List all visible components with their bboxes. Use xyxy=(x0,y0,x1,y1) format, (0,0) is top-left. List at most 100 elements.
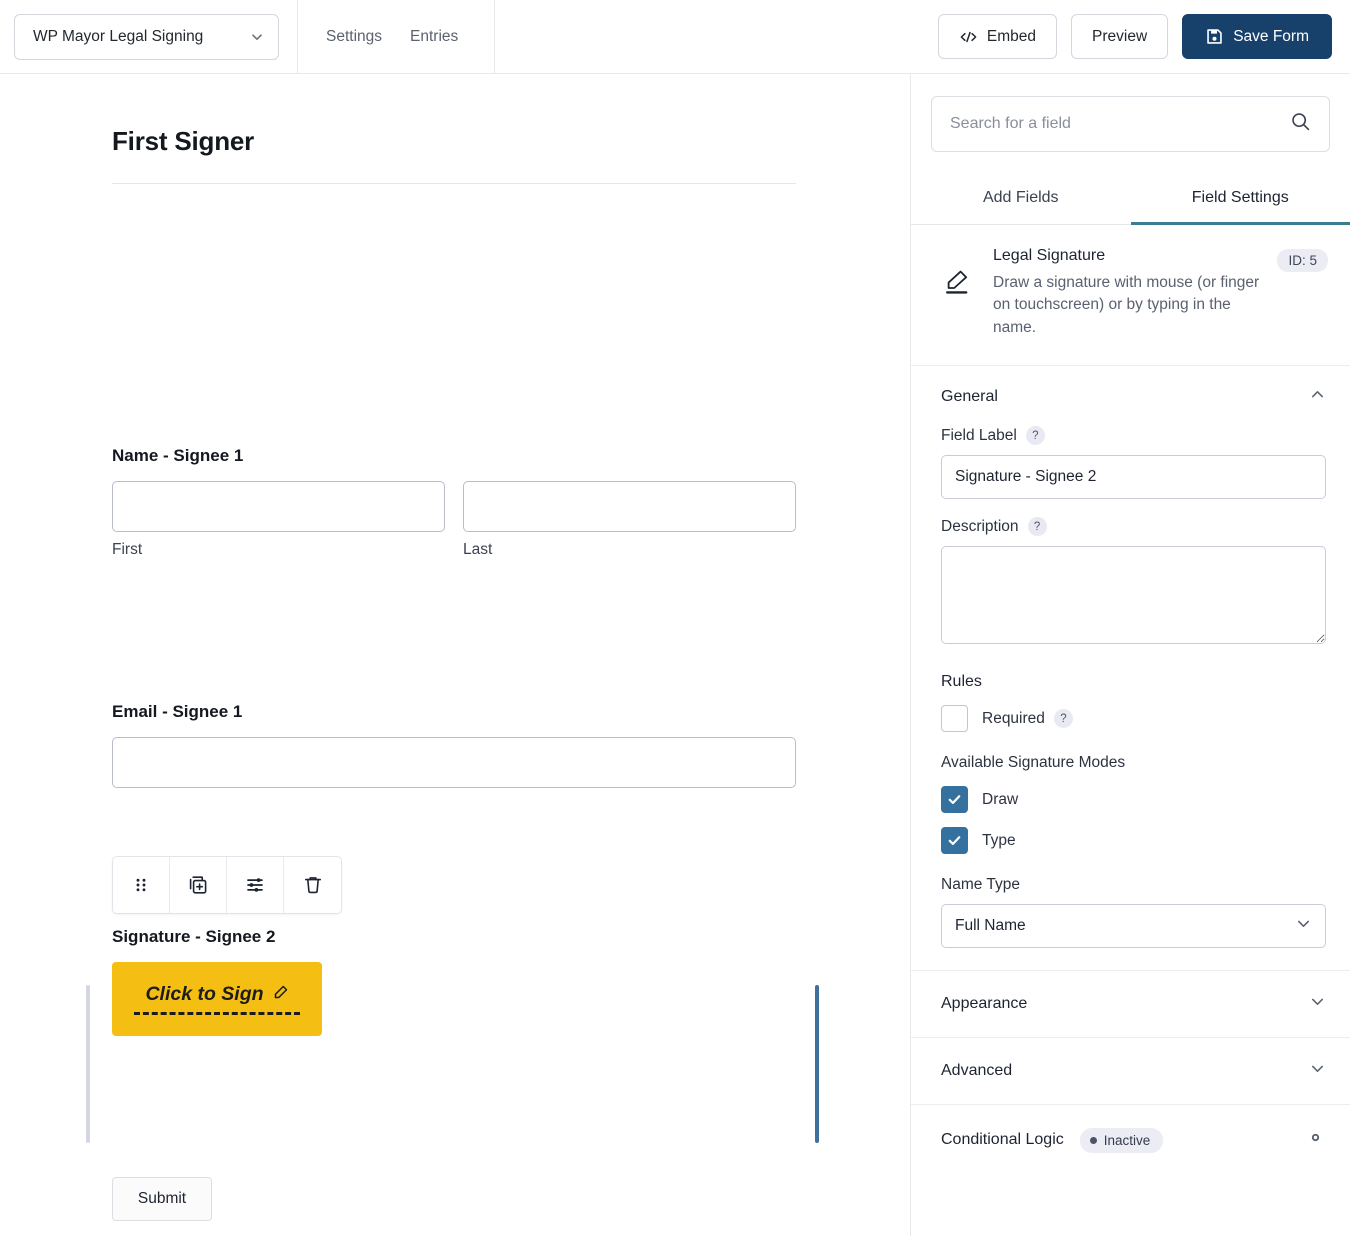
field-info-card: Legal Signature Draw a signature with mo… xyxy=(911,225,1350,367)
search-box[interactable] xyxy=(931,96,1330,152)
required-checkbox-row[interactable]: Required ? xyxy=(941,705,1326,733)
form-selector[interactable]: WP Mayor Legal Signing xyxy=(14,13,279,60)
help-icon[interactable]: ? xyxy=(1027,517,1047,537)
form-canvas: First Signer Name - Signee 1 First Last xyxy=(0,74,910,1236)
draw-checkbox[interactable] xyxy=(941,786,968,814)
section-appearance[interactable]: Appearance xyxy=(911,970,1350,1037)
pen-nib-icon xyxy=(941,247,975,339)
signature-dashed-line xyxy=(134,1012,300,1015)
sliders-icon[interactable] xyxy=(227,857,284,913)
field-info-description: Draw a signature with mouse (or finger o… xyxy=(993,274,1260,336)
field-label-setting-label: Field Label ? xyxy=(941,426,1326,446)
nav-item-settings[interactable]: Settings xyxy=(326,28,382,46)
required-checkbox[interactable] xyxy=(941,705,968,733)
description-setting-text: Description xyxy=(941,517,1019,535)
field-label-setting-text: Field Label xyxy=(941,426,1017,444)
name-type-select-wrap: Full Name xyxy=(941,904,1326,949)
required-label: Required xyxy=(982,709,1045,727)
floppy-disk-icon xyxy=(1205,27,1224,46)
name-inputs-row: First Last xyxy=(112,481,796,559)
trash-icon[interactable] xyxy=(284,857,341,913)
search-icon[interactable] xyxy=(1290,111,1311,137)
section-general-body: Field Label ? Description ? Rules xyxy=(911,426,1350,970)
page-title: First Signer xyxy=(112,126,255,156)
email-input[interactable] xyxy=(112,737,796,788)
nav-item-entries[interactable]: Entries xyxy=(410,28,458,46)
panel-search-wrap xyxy=(911,74,1350,152)
conditional-logic-label: Conditional Logic xyxy=(941,1131,1064,1149)
help-icon[interactable]: ? xyxy=(1053,709,1073,729)
selection-bar-right xyxy=(815,985,819,1143)
form-builder-app: WP Mayor Legal Signing Settings Entries … xyxy=(0,0,1350,1236)
title-divider xyxy=(112,183,796,184)
form-field-email[interactable]: Email - Signee 1 xyxy=(112,702,796,788)
conditional-logic-row[interactable]: Conditional Logic Inactive xyxy=(911,1104,1350,1175)
email-input-wrap xyxy=(112,737,796,788)
status-badge-label: Inactive xyxy=(1103,1132,1151,1148)
submit-button[interactable]: Submit xyxy=(112,1177,212,1221)
embed-label: Embed xyxy=(986,27,1037,45)
primary-nav: Settings Entries xyxy=(297,0,496,73)
field-label-email: Email - Signee 1 xyxy=(112,702,243,721)
preview-button[interactable]: Preview xyxy=(1071,14,1169,59)
field-label-input[interactable] xyxy=(941,455,1326,500)
last-name-input[interactable] xyxy=(463,481,796,532)
code-icon xyxy=(959,30,978,44)
section-general-header[interactable]: General xyxy=(911,366,1350,426)
field-info-title: Legal Signature xyxy=(993,247,1106,264)
panel-tabs: Add Fields Field Settings xyxy=(911,176,1350,225)
gear-icon[interactable] xyxy=(1305,1127,1326,1153)
save-form-button[interactable]: Save Form xyxy=(1182,14,1332,59)
mode-type-row[interactable]: Type xyxy=(941,827,1326,855)
section-advanced[interactable]: Advanced xyxy=(911,1037,1350,1104)
draw-label: Draw xyxy=(982,790,1019,808)
toolbar-actions: Embed Preview Save Form xyxy=(937,14,1350,59)
tab-field-settings[interactable]: Field Settings xyxy=(1130,176,1350,225)
section-general-label: General xyxy=(941,388,998,406)
description-setting-label: Description ? xyxy=(941,517,1326,537)
form-selector-wrap: WP Mayor Legal Signing xyxy=(0,0,297,73)
form-field-signature[interactable]: Signature - Signee 2 Click to Sign xyxy=(86,856,819,1143)
type-checkbox[interactable] xyxy=(941,827,968,855)
last-name-sublabel: Last xyxy=(463,541,493,558)
name-type-label: Name Type xyxy=(941,876,1020,894)
drag-handle-icon[interactable] xyxy=(113,857,170,913)
status-badge: Inactive xyxy=(1079,1127,1164,1153)
preview-label: Preview xyxy=(1092,27,1148,45)
pen-nib-icon xyxy=(271,984,289,1005)
panel-scroll-area: Legal Signature Draw a signature with mo… xyxy=(911,225,1350,1236)
click-to-sign-button[interactable]: Click to Sign xyxy=(112,962,322,1036)
builder-body: First Signer Name - Signee 1 First Last xyxy=(0,74,1350,1236)
rules-heading: Rules xyxy=(941,673,982,691)
status-dot-icon xyxy=(1089,1136,1097,1144)
name-type-select[interactable]: Full Name xyxy=(941,904,1326,949)
tab-add-fields[interactable]: Add Fields xyxy=(911,176,1131,225)
mode-draw-row[interactable]: Draw xyxy=(941,786,1326,814)
search-input[interactable] xyxy=(950,115,1290,133)
field-settings-panel: Add Fields Field Settings Legal Signatur… xyxy=(910,74,1350,1236)
signature-field-body: Signature - Signee 2 Click to Sign xyxy=(86,927,819,1143)
type-label: Type xyxy=(982,831,1016,849)
save-form-label: Save Form xyxy=(1233,27,1309,45)
first-name-input[interactable] xyxy=(112,481,445,532)
sign-button-row: Click to Sign xyxy=(145,983,288,1006)
name-last-col: Last xyxy=(463,481,796,559)
chevron-down-icon xyxy=(1309,993,1326,1015)
chevron-down-icon xyxy=(1295,915,1312,937)
selection-bar-left xyxy=(86,985,90,1143)
top-toolbar: WP Mayor Legal Signing Settings Entries … xyxy=(0,0,1350,74)
form-preview: First Signer xyxy=(0,74,910,184)
section-advanced-label: Advanced xyxy=(941,1062,1013,1080)
embed-button[interactable]: Embed xyxy=(937,14,1058,59)
submit-wrap: Submit xyxy=(112,1177,212,1221)
duplicate-icon[interactable] xyxy=(170,857,227,913)
chevron-up-icon xyxy=(1309,386,1326,408)
help-icon[interactable]: ? xyxy=(1025,426,1045,446)
field-label-name: Name - Signee 1 xyxy=(112,446,244,465)
description-textarea[interactable] xyxy=(941,546,1326,645)
sign-button-label: Click to Sign xyxy=(145,983,264,1005)
form-selector-label: WP Mayor Legal Signing xyxy=(33,27,204,45)
form-field-name[interactable]: Name - Signee 1 First Last xyxy=(112,446,796,559)
name-first-col: First xyxy=(112,481,445,559)
chevron-down-icon xyxy=(250,30,264,44)
